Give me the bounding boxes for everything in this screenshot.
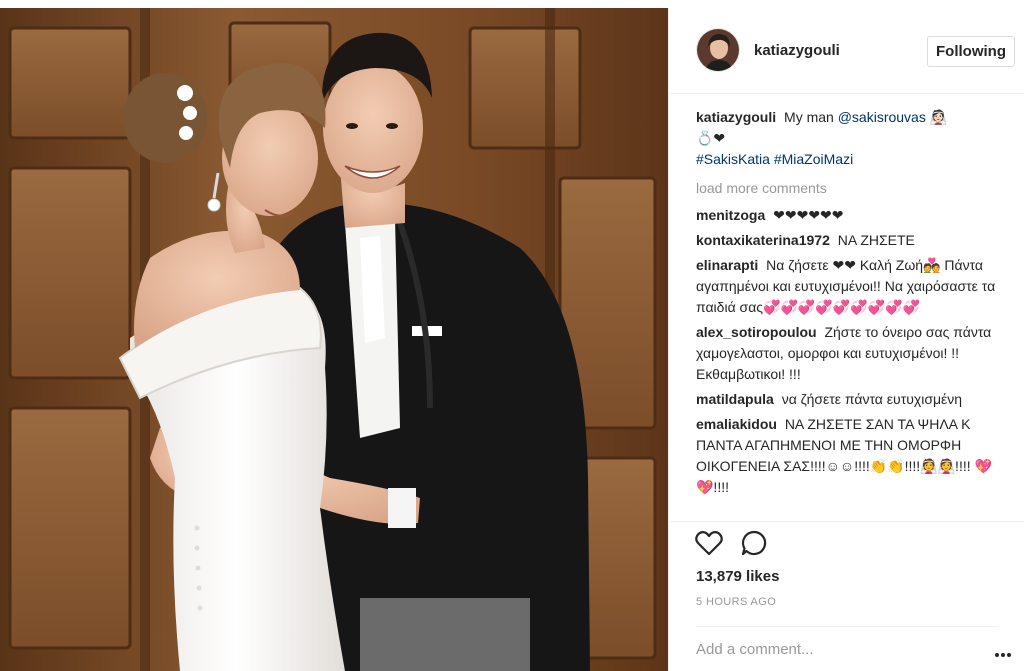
comment-username[interactable]: elinarapti <box>696 257 758 273</box>
comment-text: ❤❤❤❤❤❤ <box>773 207 844 223</box>
add-comment-divider <box>696 626 998 627</box>
avatar-image <box>697 29 739 71</box>
comment-item: elinarapti Να ζήσετε ❤❤ Καλή Ζωή💑 Πάντα … <box>696 255 996 318</box>
comment-text: να ζήσετε πάντα ευτυχισμένη <box>781 391 963 407</box>
comment-item: alex_sotiropoulou Ζήστε το όνειρο σας πά… <box>696 322 996 385</box>
load-more-comments-link[interactable]: load more comments <box>696 178 996 199</box>
post-photo[interactable] <box>0 8 668 671</box>
comment-username[interactable]: emaliakidou <box>696 416 777 432</box>
comments-list: katiazygouli My man @sakisrouvas 👰🏻 💍❤ #… <box>696 107 996 502</box>
hashtag-miazoimazi[interactable]: #MiaZoiMazi <box>774 151 853 167</box>
actions-divider <box>669 521 1024 522</box>
caption-mention[interactable]: @sakisrouvas <box>838 109 926 125</box>
hashtag-sakiskatia[interactable]: #SakisKatia <box>696 151 770 167</box>
comment-username[interactable]: alex_sotiropoulou <box>696 324 817 340</box>
comment-username[interactable]: kontaxikaterina1972 <box>696 232 830 248</box>
caption-text: My man <box>784 109 834 125</box>
caption-username[interactable]: katiazygouli <box>696 109 776 125</box>
wedding-photo-illustration <box>0 8 668 671</box>
avatar[interactable] <box>696 28 740 72</box>
comment-username[interactable]: matildapula <box>696 391 774 407</box>
comment-item: menitzoga ❤❤❤❤❤❤ <box>696 205 996 226</box>
following-button[interactable]: Following <box>927 36 1015 67</box>
comment-bubble-icon[interactable] <box>741 530 767 556</box>
top-strip <box>0 0 1024 8</box>
caption: katiazygouli My man @sakisrouvas 👰🏻 💍❤ #… <box>696 107 996 170</box>
likes-count[interactable]: 13,879 likes <box>696 568 779 585</box>
post-timestamp: 5 HOURS AGO <box>696 596 777 608</box>
author-username[interactable]: katiazygouli <box>754 42 840 59</box>
post-header: katiazygouli Following <box>669 8 1024 94</box>
more-options-icon[interactable] <box>995 644 1013 657</box>
post-side-panel: katiazygouli Following katiazygouli My m… <box>668 8 1024 671</box>
comment-item: matildapula να ζήσετε πάντα ευτυχισμένη <box>696 389 996 410</box>
comment-item: emaliakidou ΝΑ ΖΗΣΕΤΕ ΣΑΝ ΤΑ ΨΗΛΑ Κ ΠΑΝΤ… <box>696 414 996 498</box>
caption-emoji: 👰🏻 <box>929 109 948 125</box>
comment-username[interactable]: menitzoga <box>696 207 765 223</box>
add-comment-input[interactable] <box>696 638 966 660</box>
comment-text: ΝΑ ΖΗΣΕΤΕ <box>837 232 915 248</box>
heart-icon[interactable] <box>695 530 723 556</box>
comment-item: kontaxikaterina1972 ΝΑ ΖΗΣΕΤΕ <box>696 230 996 251</box>
caption-emoji-line2: 💍❤ <box>696 130 726 146</box>
